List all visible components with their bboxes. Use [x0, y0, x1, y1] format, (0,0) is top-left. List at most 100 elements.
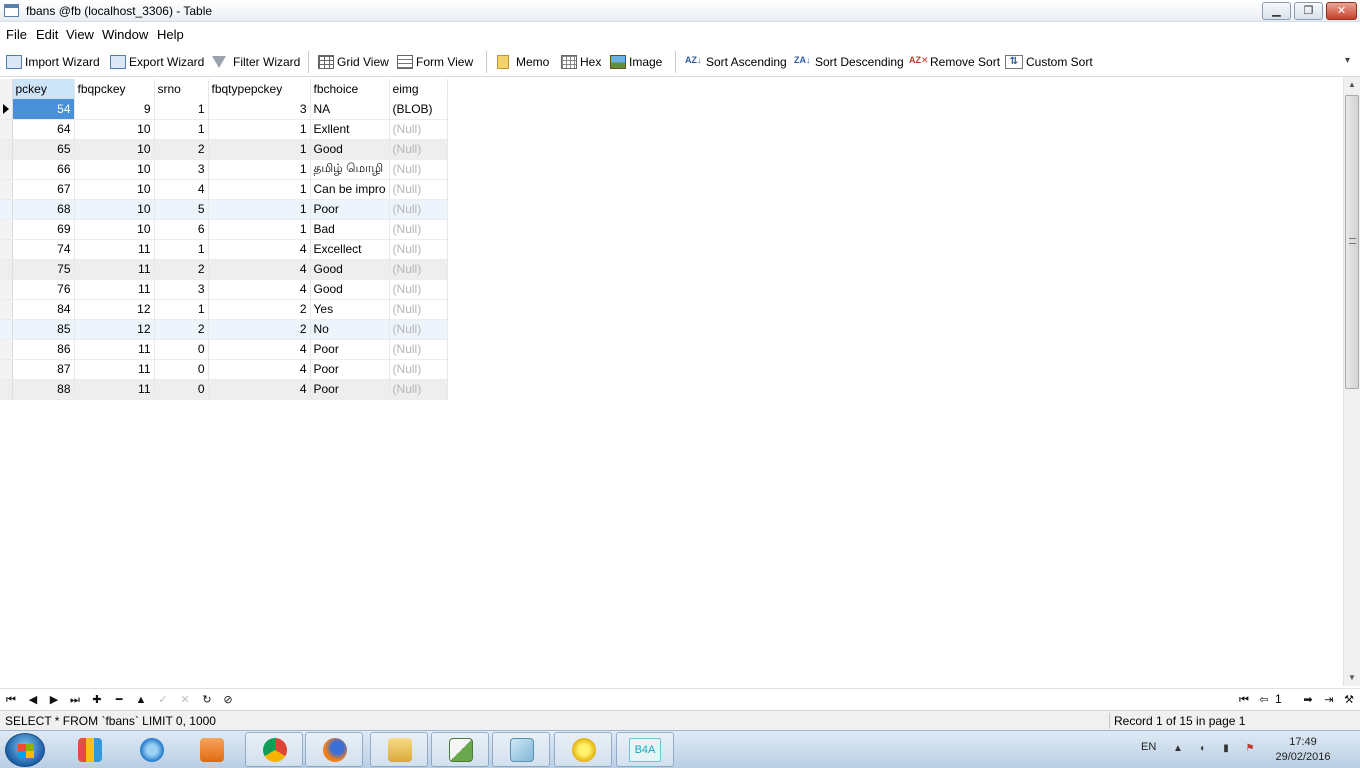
cell-fbqtypepckey[interactable]: 4 [208, 239, 311, 260]
export-wizard-button[interactable]: Export Wizard [110, 53, 204, 71]
cell-fbqpckey[interactable]: 10 [74, 139, 155, 160]
vertical-scrollbar[interactable]: ▲ ▼ [1343, 77, 1360, 686]
stop-icon[interactable]: ⊘ [220, 692, 236, 708]
cell-pckey[interactable]: 68 [12, 199, 75, 220]
cell-pckey[interactable]: 84 [12, 299, 75, 320]
row-indicator[interactable] [0, 379, 13, 400]
cell-fbqpckey[interactable]: 11 [74, 259, 155, 280]
last-record-icon[interactable]: ⏭ [67, 692, 83, 708]
cell-pckey[interactable]: 64 [12, 119, 75, 140]
discard-changes-icon[interactable]: ✕ [177, 692, 193, 708]
system-clock[interactable]: 17:49 29/02/2016 [1268, 735, 1338, 765]
cell-pckey[interactable]: 75 [12, 259, 75, 280]
table-row[interactable]: 85 12 2 2 No (Null) [0, 319, 448, 340]
cell-srno[interactable]: 1 [154, 299, 209, 320]
speaker-icon[interactable]: ◖ [1196, 743, 1208, 755]
cell-srno[interactable]: 0 [154, 339, 209, 360]
menu-edit[interactable]: Edit [36, 27, 58, 42]
cell-fbqtypepckey[interactable]: 2 [208, 319, 311, 340]
row-indicator[interactable] [0, 259, 13, 280]
cell-pckey[interactable]: 87 [12, 359, 75, 380]
cell-srno[interactable]: 0 [154, 379, 209, 400]
first-page-icon[interactable]: ⏮ [1236, 692, 1252, 708]
cell-fbqtypepckey[interactable]: 1 [208, 199, 311, 220]
network-signal-icon[interactable]: ▮ [1220, 743, 1232, 755]
row-indicator[interactable] [0, 339, 13, 360]
sort-descending-button[interactable]: ZA↓ Sort Descending [794, 53, 904, 71]
first-record-icon[interactable]: ⏮ [3, 692, 19, 708]
cell-fbchoice[interactable]: NA [310, 99, 390, 120]
table-row[interactable]: 66 10 3 1 தமிழ் மொழி (Null) [0, 159, 448, 180]
cell-srno[interactable]: 5 [154, 199, 209, 220]
cell-eimg[interactable]: (Null) [389, 239, 448, 260]
row-indicator[interactable] [0, 299, 13, 320]
table-row[interactable]: 65 10 2 1 Good (Null) [0, 139, 448, 160]
scrollbar-thumb[interactable] [1345, 95, 1359, 389]
cell-fbqtypepckey[interactable]: 2 [208, 299, 311, 320]
table-row[interactable]: 74 11 1 4 Excellect (Null) [0, 239, 448, 260]
toolbar-overflow-chevron-icon[interactable]: ▾ [1345, 55, 1350, 66]
cell-fbchoice[interactable]: Exllent [310, 119, 390, 140]
cell-fbqpckey[interactable]: 10 [74, 159, 155, 180]
hex-button[interactable]: Hex [561, 53, 601, 71]
page-number-field[interactable]: 1 [1271, 691, 1301, 708]
table-row[interactable]: 75 11 2 4 Good (Null) [0, 259, 448, 280]
column-header-srno[interactable]: srno [154, 79, 209, 99]
table-row[interactable]: 67 10 4 1 Can be impro (Null) [0, 179, 448, 200]
column-header-fbqpckey[interactable]: fbqpckey [74, 79, 155, 99]
cell-fbchoice[interactable]: Good [310, 279, 390, 300]
cell-eimg[interactable]: (Null) [389, 219, 448, 240]
cell-fbqtypepckey[interactable]: 1 [208, 139, 311, 160]
menu-file[interactable]: File [6, 27, 27, 42]
row-indicator[interactable] [0, 179, 13, 200]
cell-srno[interactable]: 3 [154, 279, 209, 300]
remove-sort-button[interactable]: AZ✕ Remove Sort [909, 53, 1000, 71]
cell-eimg[interactable]: (Null) [389, 159, 448, 180]
cell-fbqtypepckey[interactable]: 4 [208, 339, 311, 360]
cell-fbqtypepckey[interactable]: 3 [208, 99, 311, 120]
cell-pckey[interactable]: 54 [12, 99, 75, 120]
cell-fbchoice[interactable]: Poor [310, 359, 390, 380]
cell-fbchoice[interactable]: Poor [310, 339, 390, 360]
menu-help[interactable]: Help [157, 27, 184, 42]
next-page-icon[interactable]: ➡ [1300, 692, 1316, 708]
cell-fbqpckey[interactable]: 11 [74, 239, 155, 260]
sort-ascending-button[interactable]: AZ↓ Sort Ascending [685, 53, 787, 71]
cell-pckey[interactable]: 74 [12, 239, 75, 260]
custom-sort-button[interactable]: ⇅ Custom Sort [1005, 53, 1093, 71]
menu-window[interactable]: Window [102, 27, 148, 42]
cell-fbchoice[interactable]: Excellect [310, 239, 390, 260]
cell-fbqtypepckey[interactable]: 1 [208, 159, 311, 180]
taskbar-app-launcher[interactable] [60, 732, 118, 767]
cell-fbqpckey[interactable]: 10 [74, 219, 155, 240]
menu-view[interactable]: View [66, 27, 94, 42]
page-settings-icon[interactable]: ⚒ [1341, 692, 1357, 708]
taskbar-b4a[interactable]: B4A [616, 732, 674, 767]
cell-fbchoice[interactable]: Good [310, 259, 390, 280]
table-row[interactable]: 88 11 0 4 Poor (Null) [0, 379, 448, 400]
cell-pckey[interactable]: 88 [12, 379, 75, 400]
tray-expand-icon[interactable]: ▲ [1172, 743, 1184, 755]
cell-fbchoice[interactable]: Can be impro [310, 179, 390, 200]
column-header-pckey[interactable]: pckey [12, 79, 75, 99]
cell-pckey[interactable]: 85 [12, 319, 75, 340]
row-indicator[interactable] [0, 199, 13, 220]
column-header-fbqtypepckey[interactable]: fbqtypepckey [208, 79, 311, 99]
cell-eimg[interactable]: (Null) [389, 379, 448, 400]
cell-pckey[interactable]: 67 [12, 179, 75, 200]
refresh-icon[interactable]: ↻ [199, 692, 215, 708]
table-row[interactable]: 68 10 5 1 Poor (Null) [0, 199, 448, 220]
row-indicator[interactable] [0, 219, 13, 240]
cell-fbqtypepckey[interactable]: 4 [208, 379, 311, 400]
column-header-fbchoice[interactable]: fbchoice [310, 79, 390, 99]
table-row[interactable]: 54 9 1 3 NA (BLOB) [0, 99, 448, 120]
cell-eimg[interactable]: (Null) [389, 259, 448, 280]
action-center-flag-icon[interactable]: ⚑ [1244, 743, 1256, 755]
row-indicator[interactable] [0, 239, 13, 260]
cell-srno[interactable]: 1 [154, 239, 209, 260]
cell-fbchoice[interactable]: தமிழ் மொழி [310, 159, 390, 180]
cell-fbqpckey[interactable]: 9 [74, 99, 155, 120]
row-indicator[interactable] [0, 139, 13, 160]
cell-eimg[interactable]: (Null) [389, 139, 448, 160]
taskbar-file-explorer[interactable] [370, 732, 428, 767]
